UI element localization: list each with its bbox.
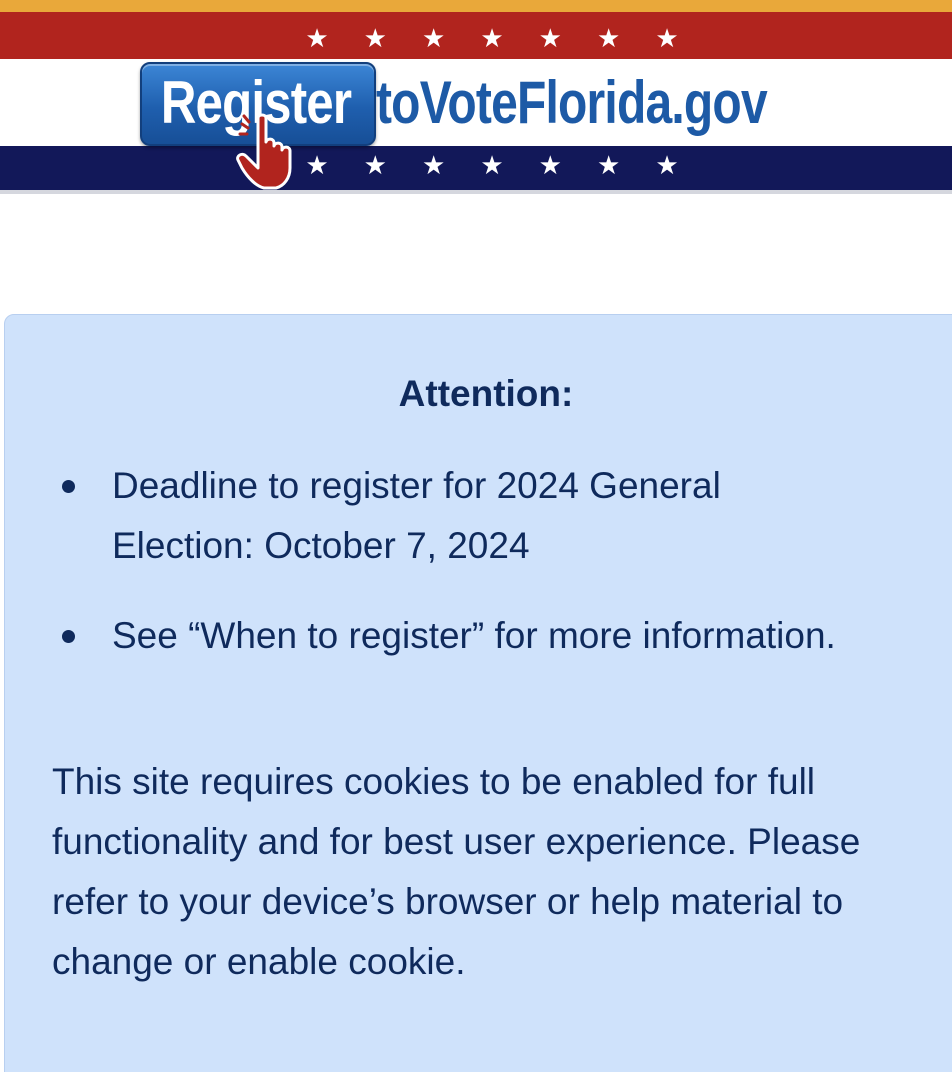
star-icon: ★	[305, 24, 329, 54]
cookie-requirement-message: This site requires cookies to be enabled…	[52, 761, 861, 982]
top-star-row: ★ ★ ★ ★ ★ ★ ★	[302, 26, 682, 52]
bullet-dot-icon	[62, 480, 75, 493]
star-icon: ★	[422, 24, 446, 54]
star-icon: ★	[655, 24, 679, 54]
when-to-register-text: See “When to register” for more informat…	[112, 615, 836, 656]
star-icon: ★	[596, 24, 621, 54]
list-item: Deadline to register for 2024 General El…	[52, 456, 872, 576]
star-icon: ★	[480, 24, 504, 54]
gold-strip	[0, 0, 952, 12]
notice-bullet-list: Deadline to register for 2024 General El…	[52, 456, 872, 696]
deadline-text: Deadline to register for 2024 General El…	[112, 465, 721, 566]
pointing-hand-cursor-icon	[236, 113, 292, 190]
page: ★ ★ ★ ★ ★ ★ ★ ★ ★ ★ ★ ★ ★ ★ Register toV…	[0, 0, 952, 1072]
list-item: See “When to register” for more informat…	[52, 606, 872, 666]
notice-title: Attention:	[398, 373, 574, 414]
star-icon: ★	[363, 24, 387, 54]
bullet-dot-icon	[62, 630, 75, 643]
star-icon: ★	[538, 24, 562, 54]
logo-domain-text: toVoteFlorida.gov	[376, 68, 768, 136]
site-header-banner: ★ ★ ★ ★ ★ ★ ★ ★ ★ ★ ★ ★ ★ ★ Register toV…	[0, 0, 952, 194]
